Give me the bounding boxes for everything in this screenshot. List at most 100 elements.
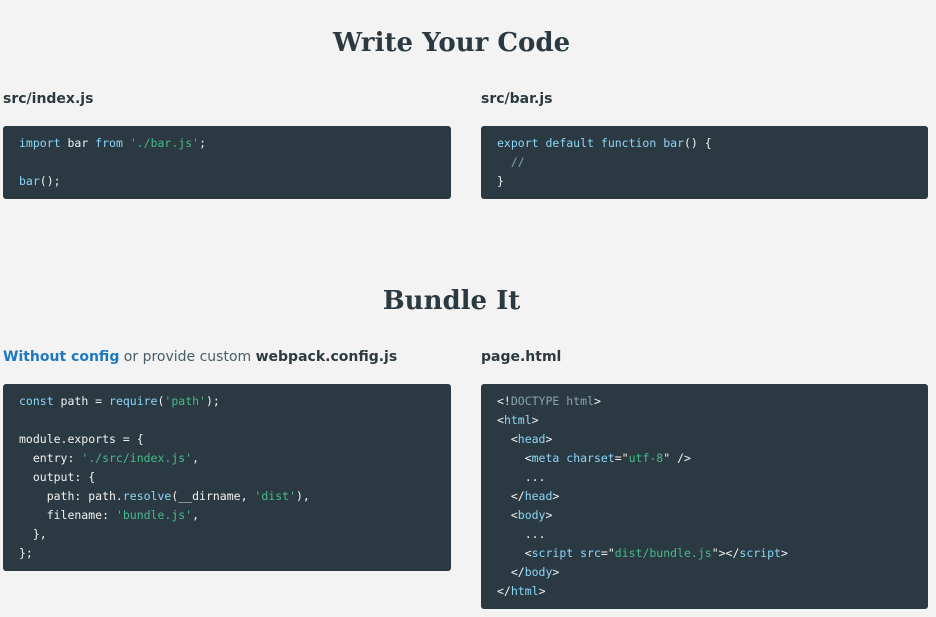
code-line: }, [19, 525, 435, 544]
code-token: charset [566, 451, 615, 465]
code-block-webpack-config: const path = require('path'); module.expo… [3, 384, 451, 571]
code-token: <! [497, 394, 511, 408]
code-token: body [524, 565, 553, 579]
code-token: (); [39, 174, 61, 188]
code-token: head [524, 489, 553, 503]
code-token: ), [295, 489, 310, 503]
code-line: import bar from './bar.js'; [19, 134, 435, 153]
code-token: module.exports = { [19, 432, 144, 446]
code-token: from [95, 136, 123, 150]
code-token: body [517, 508, 546, 522]
code-token: =" [614, 451, 629, 465]
config-label: Without config or provide custom webpack… [3, 347, 397, 367]
code-line: <html> [497, 411, 912, 430]
code-line: <!DOCTYPE html> [497, 392, 912, 411]
code-token: () { [684, 136, 712, 150]
code-block-page-html: <!DOCTYPE html> <html> <head> <meta chars… [481, 384, 928, 609]
code-line: // [497, 153, 912, 172]
code-token: > [538, 584, 546, 598]
code-token: bar [19, 174, 40, 188]
code-token: </ [497, 489, 525, 503]
code-token: "></ [711, 546, 740, 560]
code-token: < [497, 451, 532, 465]
code-token: default [545, 136, 594, 150]
code-line: entry: './src/index.js', [19, 449, 435, 468]
code-line: </html> [497, 582, 912, 601]
code-token: > [780, 546, 788, 560]
code-token: bar [60, 136, 96, 150]
code-token: < [497, 413, 504, 427]
code-line: output: { [19, 468, 435, 487]
code-token: resolve [122, 489, 172, 503]
code-token: , [192, 508, 200, 522]
code-token: =" [600, 546, 615, 560]
code-token: > [593, 394, 601, 408]
code-token: export [497, 136, 539, 150]
code-line: </body> [497, 563, 912, 582]
code-token: < [497, 432, 518, 446]
code-token: ); [205, 394, 220, 408]
code-token: import [19, 136, 61, 150]
file-label-index-js: src/index.js [3, 91, 94, 107]
code-token: ... [497, 527, 546, 541]
code-token: // [510, 155, 525, 169]
code-token: bar [663, 136, 684, 150]
code-token: entry: [19, 451, 82, 465]
code-token: } [497, 174, 504, 188]
config-label-middle-text: or provide custom [119, 349, 256, 365]
code-token: }, [19, 527, 47, 541]
code-token: </ [497, 565, 525, 579]
file-label-page-html: page.html [481, 349, 562, 365]
code-token: script [739, 546, 781, 560]
code-line: }; [19, 544, 435, 563]
code-block-bar-js: export default function bar() { //} [481, 126, 928, 199]
code-line: </head> [497, 487, 912, 506]
file-label-webpack-config: webpack.config.js [255, 349, 398, 365]
code-token: > [545, 508, 553, 522]
code-token: './bar.js' [129, 136, 200, 150]
file-label-bar-js: src/bar.js [481, 91, 553, 107]
code-token: path: path. [19, 489, 123, 503]
code-token: 'path' [164, 394, 206, 408]
code-line: path: path.resolve(__dirname, 'dist'), [19, 487, 435, 506]
code-line: filename: 'bundle.js', [19, 506, 435, 525]
code-token: src [580, 546, 601, 560]
code-token: 'bundle.js' [115, 508, 193, 522]
code-token: (__dirname, [171, 489, 255, 503]
code-line: bar(); [19, 172, 435, 191]
code-line: const path = require('path'); [19, 392, 435, 411]
without-config-link[interactable]: Without config [3, 349, 119, 365]
code-token: </ [497, 584, 511, 598]
code-line: export default function bar() { [497, 134, 912, 153]
code-block-index-js: import bar from './bar.js'; bar(); [3, 126, 451, 199]
code-token: > [545, 432, 553, 446]
code-token: html [503, 413, 532, 427]
code-line: ... [497, 468, 912, 487]
code-token: head [517, 432, 546, 446]
code-line: <meta charset="utf-8" /> [497, 449, 912, 468]
code-token: ... [497, 470, 546, 484]
code-token: meta [531, 451, 560, 465]
code-token: < [497, 508, 518, 522]
code-token: output: { [19, 470, 96, 484]
code-token: DOCTYPE html [510, 394, 594, 408]
code-line: } [497, 172, 912, 191]
code-token: > [552, 489, 560, 503]
code-token: < [497, 546, 532, 560]
code-line: module.exports = { [19, 430, 435, 449]
code-token: filename: [19, 508, 116, 522]
code-line: <head> [497, 430, 912, 449]
code-token: ; [199, 136, 206, 150]
section-title-write-your-code: Write Your Code [332, 28, 571, 58]
section-title-bundle-it: Bundle It [382, 286, 521, 316]
code-token: " /> [663, 451, 691, 465]
code-token: dist/bundle.js [614, 546, 712, 560]
code-token: utf-8 [628, 451, 664, 465]
code-token: function [600, 136, 657, 150]
code-token: 'dist' [254, 489, 296, 503]
